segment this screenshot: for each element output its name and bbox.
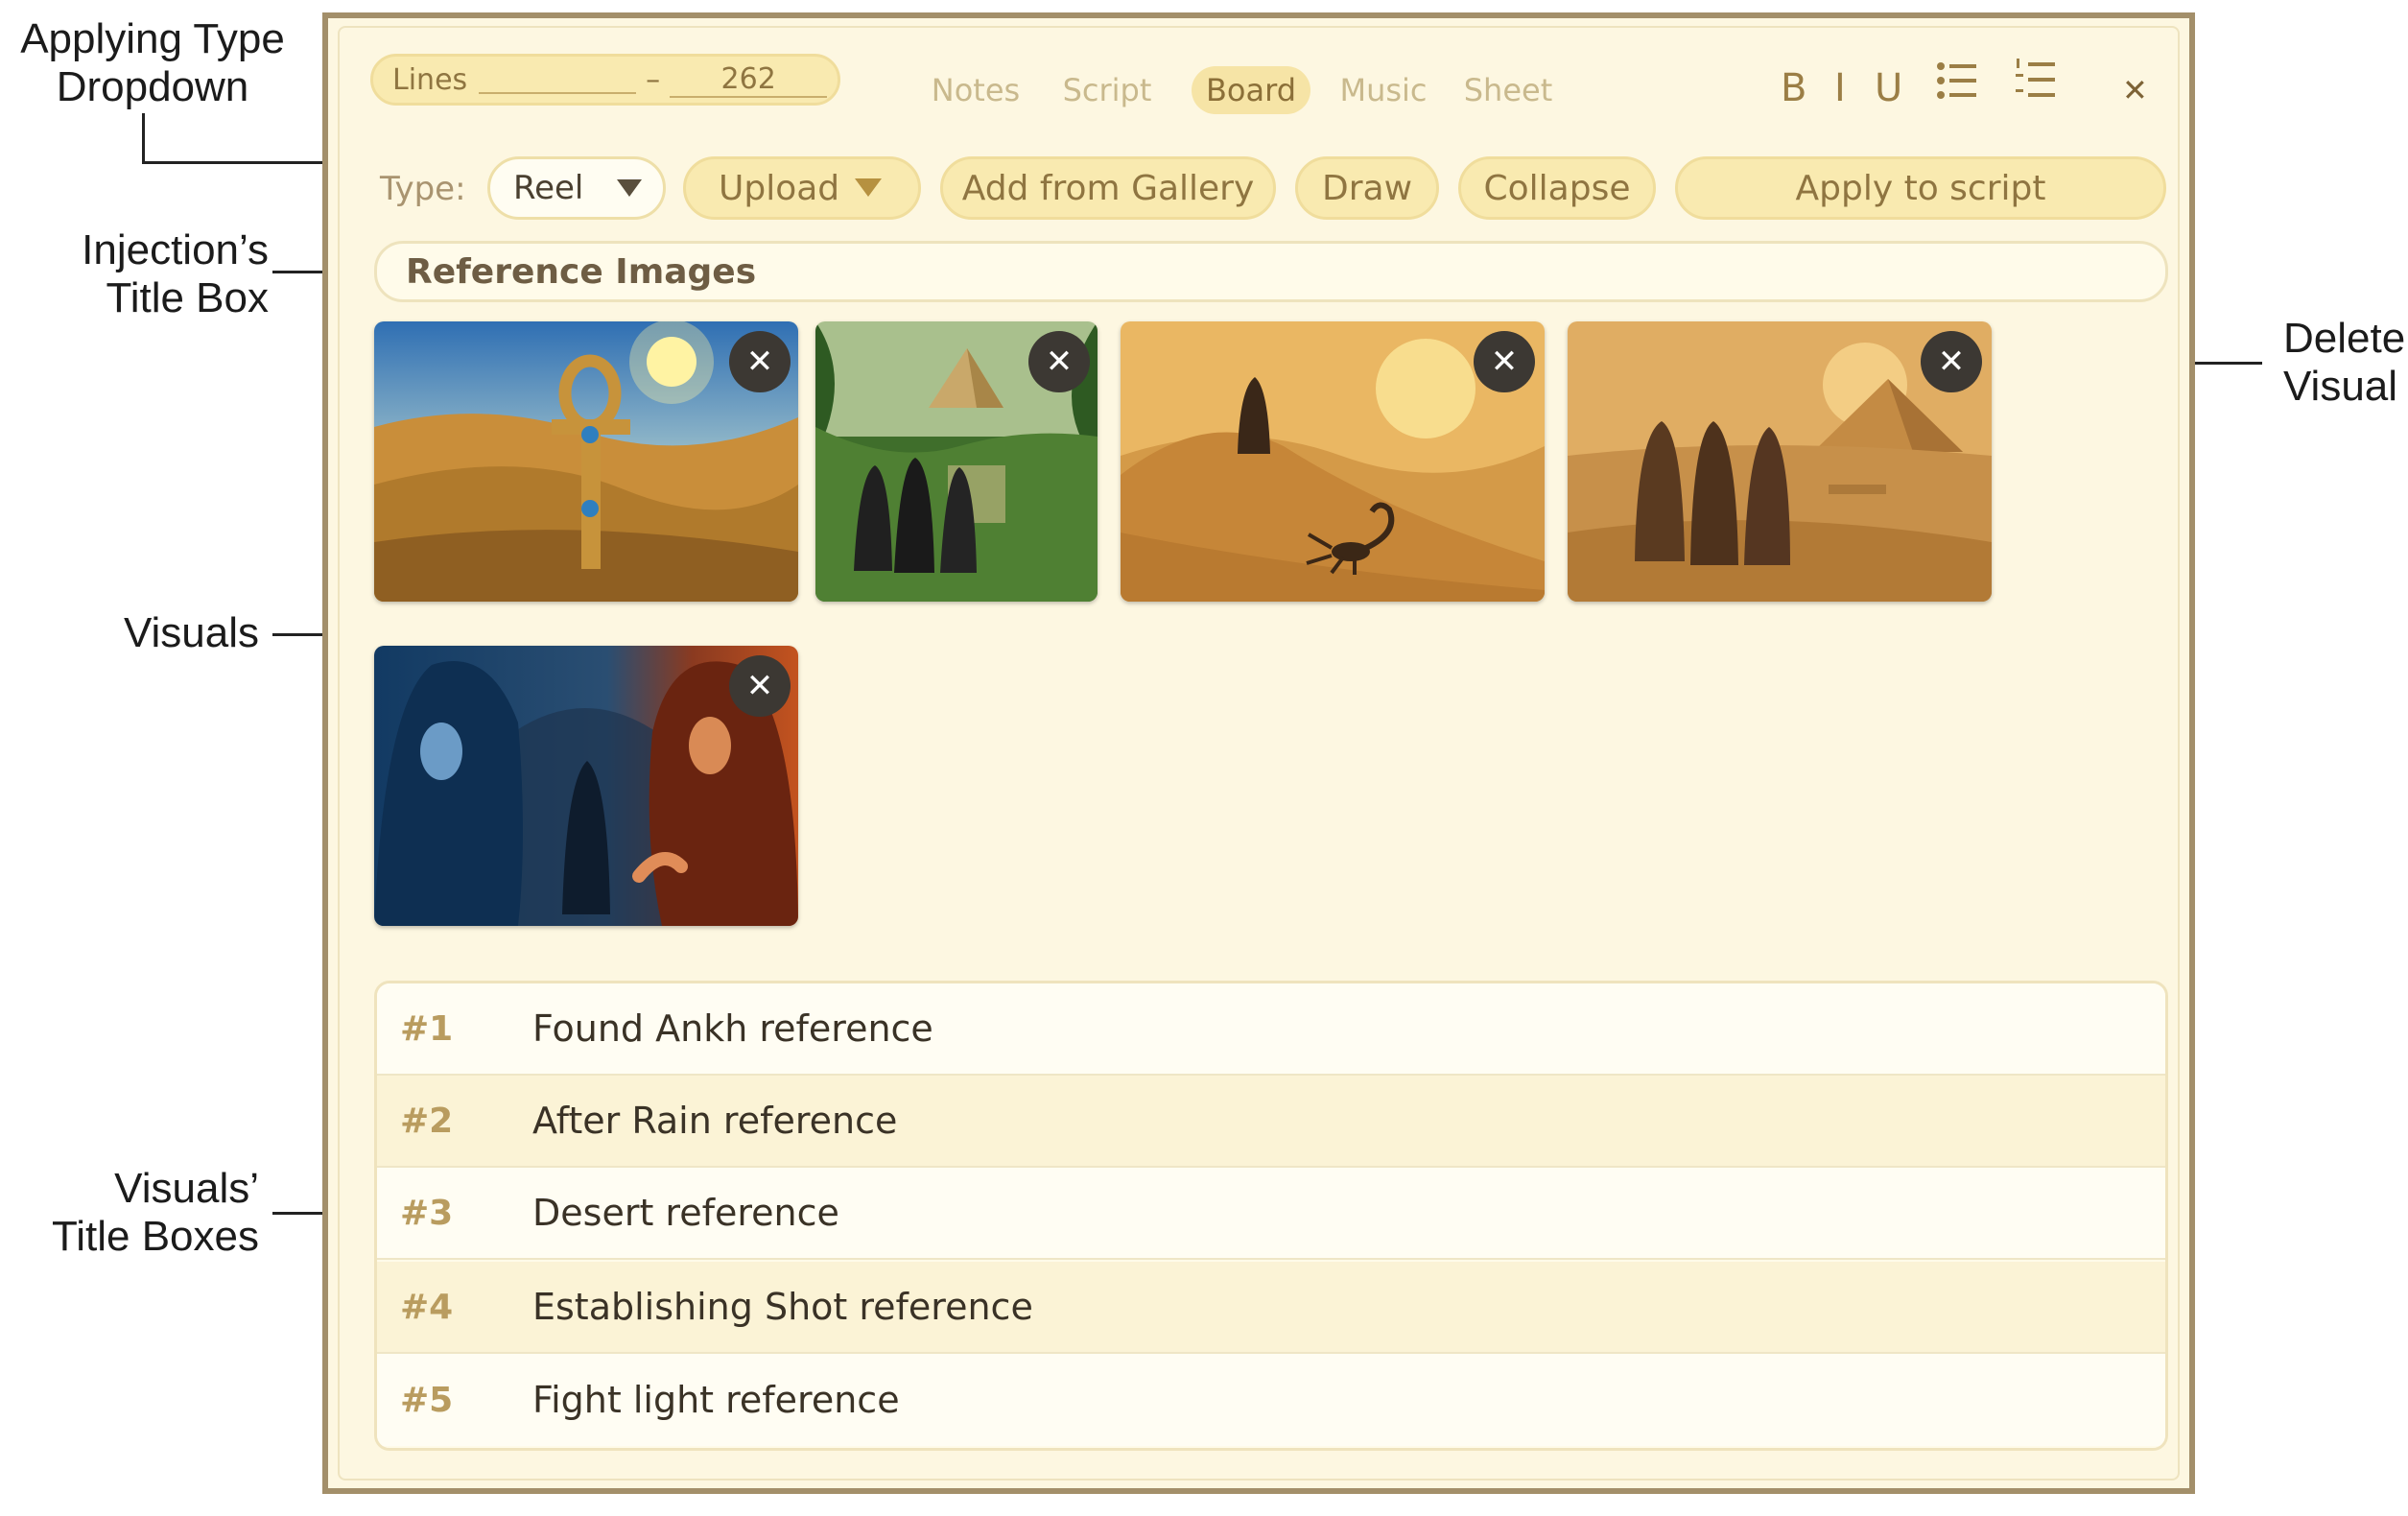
tab-script[interactable]: Script <box>1057 66 1157 114</box>
visual-number: #5 <box>400 1380 454 1420</box>
visual-title-row[interactable]: #3 Desert reference <box>377 1168 2165 1260</box>
visual-titles-list: #1 Found Ankh reference #2 After Rain re… <box>374 981 2168 1451</box>
underline-button[interactable]: U <box>1875 62 1902 114</box>
delete-visual-button[interactable]: ✕ <box>1921 331 1982 392</box>
collapse-button[interactable]: Collapse <box>1458 156 1656 220</box>
draw-button[interactable]: Draw <box>1295 156 1439 220</box>
bold-button[interactable]: B <box>1781 62 1806 114</box>
visual-title[interactable]: Fight light reference <box>532 1379 900 1421</box>
visual-number: #4 <box>400 1287 454 1327</box>
lines-range: Lines – 262 <box>370 54 840 106</box>
visual-title[interactable]: Found Ankh reference <box>532 1007 933 1050</box>
delete-visual-button[interactable]: ✕ <box>729 331 791 392</box>
visual-thumbnail[interactable]: ✕ <box>815 321 1098 602</box>
apply-to-script-button[interactable]: Apply to script <box>1675 156 2166 220</box>
visual-title-row[interactable]: #1 Found Ankh reference <box>377 983 2165 1076</box>
visual-thumbnail[interactable]: ✕ <box>1121 321 1545 602</box>
visual-number: #2 <box>400 1101 454 1141</box>
visual-title-row[interactable]: #2 After Rain reference <box>377 1076 2165 1168</box>
lines-to-input[interactable]: 262 <box>670 62 828 98</box>
lines-from-input[interactable] <box>479 65 637 94</box>
visual-number: #1 <box>400 1008 454 1049</box>
italic-button[interactable]: I <box>1834 62 1846 114</box>
injection-title-box[interactable]: Reference Images <box>374 241 2168 302</box>
leader-line <box>142 113 145 163</box>
visual-title[interactable]: Establishing Shot reference <box>532 1286 1033 1328</box>
lines-label: Lines <box>392 62 468 97</box>
bullet-list-icon[interactable] <box>1936 59 1978 116</box>
type-label: Type: <box>380 170 466 208</box>
visual-thumbnail[interactable]: ✕ <box>374 646 798 926</box>
annotation-visual-titles: Visuals’ Title Boxes <box>51 1165 259 1260</box>
chevron-down-icon <box>855 178 882 197</box>
visual-title-row[interactable]: #5 Fight light reference <box>377 1354 2165 1446</box>
annotation-type-dropdown: Applying Type Dropdown <box>20 15 285 110</box>
annotation-delete-visual: Delete Visual <box>2283 315 2406 410</box>
chevron-down-icon <box>617 179 642 197</box>
visual-thumbnail[interactable]: ✕ <box>1568 321 1992 602</box>
annotation-title-box: Injection’s Title Box <box>82 226 269 321</box>
delete-visual-button[interactable]: ✕ <box>1474 331 1535 392</box>
visual-title-row[interactable]: #4 Establishing Shot reference <box>377 1262 2165 1354</box>
annotation-visuals: Visuals <box>123 609 259 656</box>
numbered-list-icon[interactable] <box>2015 57 2057 116</box>
tab-sheet[interactable]: Sheet <box>1460 66 1556 114</box>
type-dropdown-value: Reel <box>513 169 584 207</box>
injection-title: Reference Images <box>406 251 757 292</box>
upload-label: Upload <box>719 168 840 208</box>
upload-button[interactable]: Upload <box>683 156 921 220</box>
visual-number: #3 <box>400 1193 454 1233</box>
close-icon[interactable]: ✕ <box>2122 64 2148 116</box>
visual-thumbnail[interactable]: ✕ <box>374 321 798 602</box>
board-panel: Lines – 262 Notes Script Board Music She… <box>322 12 2195 1494</box>
visual-title[interactable]: Desert reference <box>532 1192 839 1234</box>
annotated-screenshot: Applying Type Dropdown Injection’s Title… <box>0 0 2408 1516</box>
delete-visual-button[interactable]: ✕ <box>729 655 791 717</box>
delete-visual-button[interactable]: ✕ <box>1028 331 1090 392</box>
add-from-gallery-button[interactable]: Add from Gallery <box>940 156 1276 220</box>
tab-music[interactable]: Music <box>1335 66 1431 114</box>
tab-notes[interactable]: Notes <box>929 66 1023 114</box>
lines-dash: – <box>646 62 661 97</box>
type-dropdown[interactable]: Reel <box>487 156 666 220</box>
visual-title[interactable]: After Rain reference <box>532 1100 897 1142</box>
tab-board[interactable]: Board <box>1192 66 1310 114</box>
